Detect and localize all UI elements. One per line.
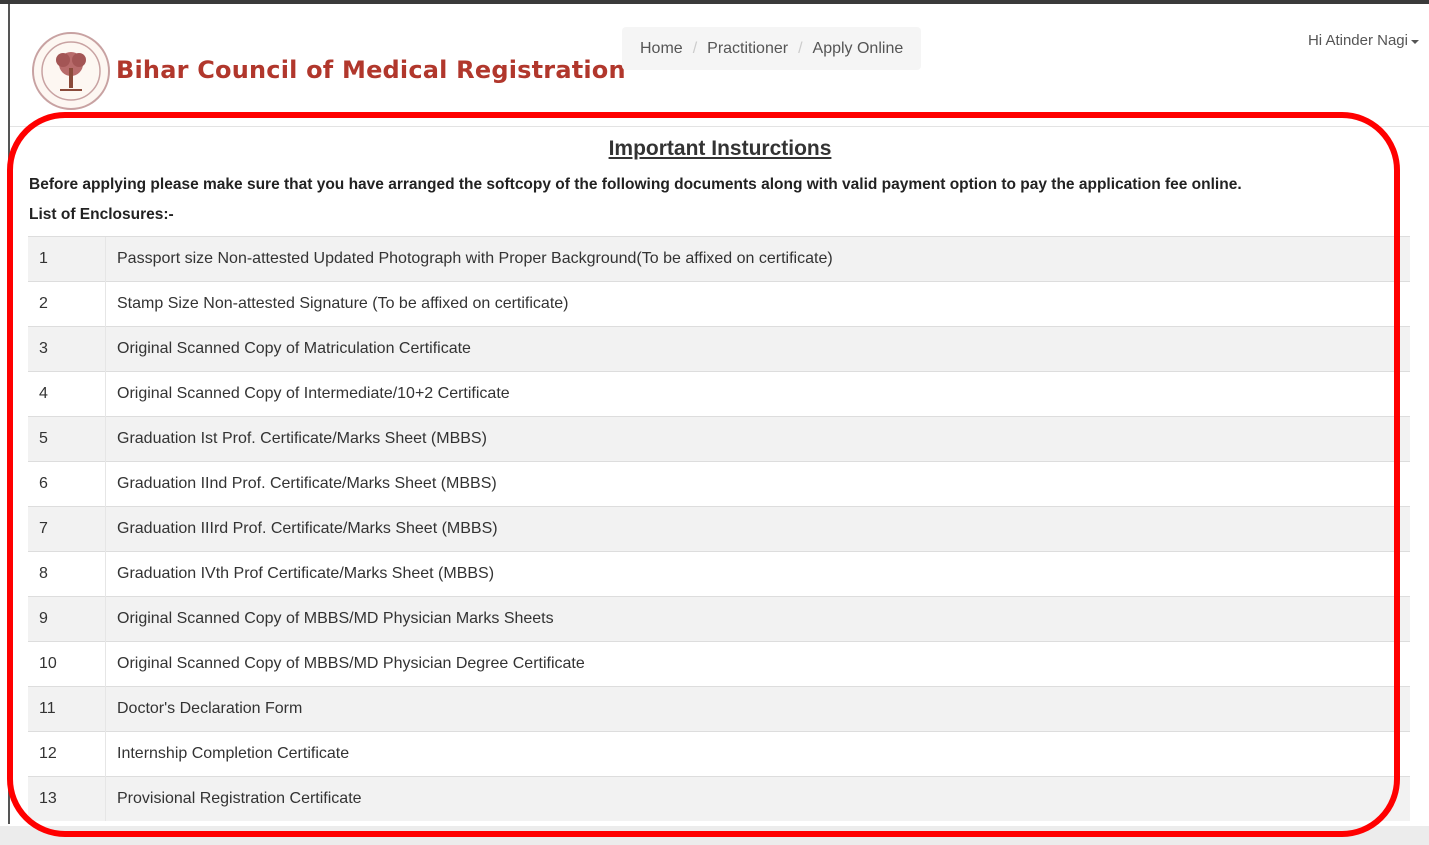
table-row: 1 Passport size Non-attested Updated Phot…	[28, 236, 1410, 282]
row-number: 11	[28, 686, 106, 732]
row-number: 5	[28, 416, 106, 462]
row-document: Graduation IInd Prof. Certificate/Marks …	[105, 461, 1410, 507]
table-row: 3 Original Scanned Copy of Matriculation …	[28, 326, 1410, 372]
row-number: 9	[28, 596, 106, 642]
breadcrumb-home[interactable]: Home	[640, 40, 683, 58]
row-number: 3	[28, 326, 106, 372]
row-number: 8	[28, 551, 106, 597]
breadcrumb-apply-online: Apply Online	[812, 39, 904, 57]
table-row: 9 Original Scanned Copy of MBBS/MD Physic…	[28, 596, 1410, 642]
row-document: Original Scanned Copy of MBBS/MD Physici…	[105, 641, 1410, 687]
page-title: Important Insturctions	[608, 137, 832, 160]
table-row: 11 Doctor's Declaration Form	[28, 686, 1410, 732]
instructions-lead: Before applying please make sure that yo…	[29, 176, 1242, 193]
chevron-down-icon[interactable]	[1411, 39, 1419, 44]
row-document: Graduation IVth Prof Certificate/Marks S…	[105, 551, 1410, 597]
breadcrumb-separator: /	[692, 39, 698, 57]
table-row: 10 Original Scanned Copy of MBBS/MD Physi…	[28, 641, 1410, 687]
row-document: Passport size Non-attested Updated Photo…	[105, 236, 1410, 282]
table-row: 12 Internship Completion Certificate	[28, 731, 1410, 777]
table-row: 7 Graduation IIIrd Prof. Certificate/Mark…	[28, 506, 1410, 552]
enclosures-table: 1 Passport size Non-attested Updated Phot…	[28, 236, 1410, 821]
user-menu[interactable]: Hi Atinder Nagi	[1308, 32, 1419, 49]
row-number: 10	[28, 641, 106, 687]
row-document: Graduation Ist Prof. Certificate/Marks S…	[105, 416, 1410, 462]
row-document: Original Scanned Copy of Intermediate/10…	[105, 371, 1410, 417]
table-row: 8 Graduation IVth Prof Certificate/Marks …	[28, 551, 1410, 597]
row-number: 1	[28, 236, 106, 282]
footer-strip	[0, 826, 1429, 845]
row-document: Internship Completion Certificate	[105, 731, 1410, 777]
table-row: 5 Graduation Ist Prof. Certificate/Marks …	[28, 416, 1410, 462]
row-number: 7	[28, 506, 106, 552]
table-row: 6 Graduation IInd Prof. Certificate/Marks…	[28, 461, 1410, 507]
table-row: 2 Stamp Size Non-attested Signature (To b…	[28, 281, 1410, 327]
row-number: 4	[28, 371, 106, 417]
row-number: 12	[28, 731, 106, 777]
row-document: Doctor's Declaration Form	[105, 686, 1410, 732]
breadcrumb-separator: /	[798, 39, 803, 57]
left-border	[8, 4, 10, 824]
row-document: Stamp Size Non-attested Signature (To be…	[105, 281, 1410, 327]
breadcrumb: Home / Practitioner / Apply Online	[622, 27, 922, 70]
brand-title[interactable]: Bihar Council of Medical Registration	[116, 56, 626, 84]
table-row: 13 Provisional Registration Certificate	[28, 776, 1410, 821]
row-number: 6	[28, 461, 106, 507]
row-document: Provisional Registration Certificate	[105, 776, 1410, 821]
page: Bihar Council of Medical Registration Ho…	[0, 0, 1429, 845]
row-document: Original Scanned Copy of Matriculation C…	[105, 326, 1410, 372]
row-number: 2	[28, 281, 106, 327]
site-header: Bihar Council of Medical Registration Ho…	[10, 4, 1429, 127]
row-document: Graduation IIIrd Prof. Certificate/Marks…	[105, 506, 1410, 552]
table-row: 4 Original Scanned Copy of Intermediate/1…	[28, 371, 1410, 417]
row-number: 13	[28, 776, 106, 821]
user-greeting[interactable]: Hi Atinder Nagi	[1308, 32, 1408, 49]
breadcrumb-practitioner[interactable]: Practitioner	[707, 40, 788, 58]
row-document: Original Scanned Copy of MBBS/MD Physici…	[105, 596, 1410, 642]
enclosures-label: List of Enclosures:-	[29, 206, 174, 223]
council-seal-icon[interactable]	[30, 30, 112, 112]
